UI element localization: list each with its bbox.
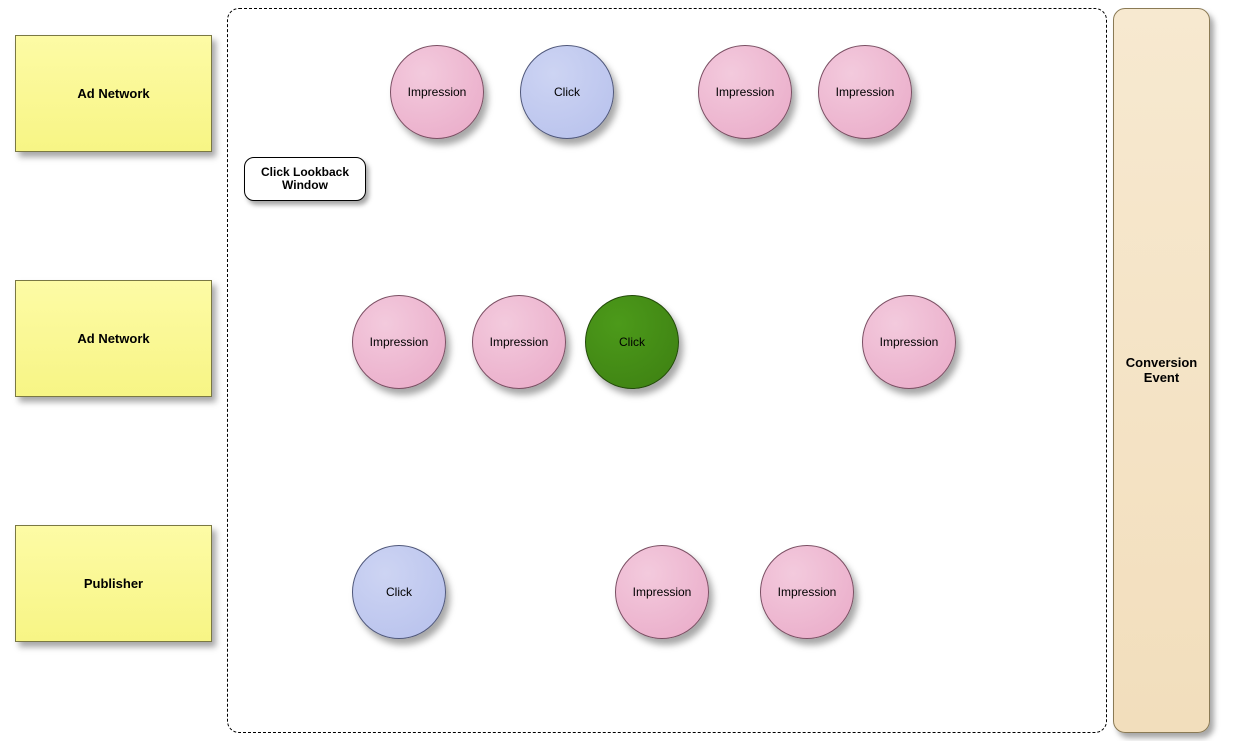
event-impression: Impression <box>698 45 792 139</box>
event-click: Click <box>520 45 614 139</box>
source-box-publisher: Publisher <box>15 525 212 642</box>
event-label: Click <box>619 335 645 349</box>
event-label: Impression <box>778 585 837 599</box>
lookback-window-label: Click Lookback Window <box>244 157 366 201</box>
event-impression: Impression <box>390 45 484 139</box>
event-impression: Impression <box>352 295 446 389</box>
source-box-adnetwork-2: Ad Network <box>15 280 212 397</box>
source-label: Ad Network <box>77 86 149 101</box>
event-click-winning: Click <box>585 295 679 389</box>
event-impression: Impression <box>760 545 854 639</box>
event-impression: Impression <box>615 545 709 639</box>
event-label: Impression <box>633 585 692 599</box>
source-box-adnetwork-1: Ad Network <box>15 35 212 152</box>
conversion-event-box: Conversion Event <box>1113 8 1210 733</box>
event-label: Impression <box>836 85 895 99</box>
event-label: Impression <box>716 85 775 99</box>
event-impression: Impression <box>472 295 566 389</box>
event-impression: Impression <box>862 295 956 389</box>
event-label: Impression <box>490 335 549 349</box>
source-label: Publisher <box>84 576 143 591</box>
event-label: Click <box>386 585 412 599</box>
event-click: Click <box>352 545 446 639</box>
conversion-event-label: Conversion Event <box>1114 356 1209 385</box>
event-label: Impression <box>370 335 429 349</box>
source-label: Ad Network <box>77 331 149 346</box>
lookback-window-text: Click Lookback Window <box>245 166 365 192</box>
event-label: Impression <box>880 335 939 349</box>
event-impression: Impression <box>818 45 912 139</box>
event-label: Impression <box>408 85 467 99</box>
event-label: Click <box>554 85 580 99</box>
